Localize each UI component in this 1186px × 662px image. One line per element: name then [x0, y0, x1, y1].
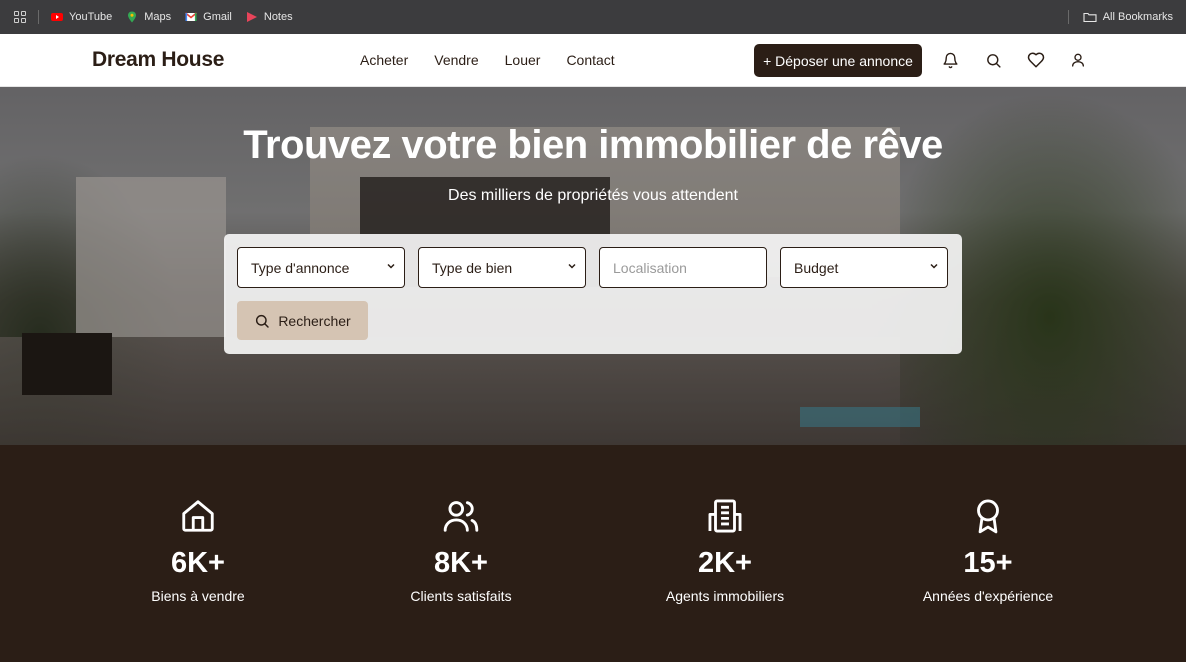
location-placeholder: Localisation [613, 259, 687, 276]
search-icon [256, 314, 270, 328]
search-panel: Type d'annonce Type de bien Localisation… [224, 234, 962, 354]
stat-label: Agents immobiliers [665, 588, 785, 604]
search-button-label: Rechercher [278, 312, 351, 329]
hero-subtitle: Des milliers de propriétés vous attenden… [448, 187, 738, 204]
heart-icon[interactable] [1026, 50, 1046, 70]
bookmark-label: Gmail [203, 11, 232, 23]
bell-icon[interactable] [940, 50, 960, 70]
chevron-down-icon [568, 263, 576, 269]
apps-grid-icon[interactable] [14, 11, 26, 23]
listing-type-select[interactable]: Type d'annonce [237, 247, 405, 288]
stat-value: 15+ [963, 547, 1013, 579]
users-icon [361, 497, 561, 537]
bookmark-maps[interactable]: Maps [126, 11, 171, 23]
nav-link-contact[interactable]: Contact [566, 52, 614, 68]
bookmark-label: Notes [263, 11, 293, 23]
bookmarks-separator [1067, 10, 1069, 24]
all-bookmarks-group: All Bookmarks [1067, 0, 1173, 34]
nav-link-acheter[interactable]: Acheter [360, 52, 408, 68]
hero-section: Trouvez votre bien immobilier de rêve De… [0, 87, 1186, 445]
stat-properties-for-sale: 6K+ Biens à vendre [98, 497, 298, 604]
youtube-icon [51, 13, 63, 21]
building-icon [625, 497, 825, 537]
bookmark-youtube[interactable]: YouTube [51, 11, 112, 23]
stat-value: 2K+ [697, 547, 752, 579]
main-nav: Acheter Vendre Louer Contact [360, 52, 641, 68]
chevron-down-icon [930, 263, 938, 269]
property-type-value: Type de bien [432, 259, 513, 276]
stat-label: Années d'expérience [922, 588, 1054, 604]
bookmarks-bar: YouTube Maps Gmail Notes All Bookmarks [0, 0, 1186, 34]
budget-select[interactable]: Budget [780, 247, 948, 288]
bookmark-label: YouTube [69, 11, 113, 23]
user-icon[interactable] [1068, 50, 1088, 70]
property-type-select[interactable]: Type de bien [418, 247, 586, 288]
stat-label: Clients satisfaits [410, 588, 512, 604]
search-button[interactable]: Rechercher [237, 301, 368, 340]
notes-icon [246, 12, 257, 22]
location-input[interactable]: Localisation [599, 247, 767, 288]
stat-years-experience: 15+ Années d'expérience [888, 497, 1088, 604]
stat-real-estate-agents: 2K+ Agents immobiliers [625, 497, 825, 604]
nav-link-louer[interactable]: Louer [505, 52, 541, 68]
folder-icon [1083, 12, 1097, 23]
stats-section: 6K+ Biens à vendre 8K+ Clients satisfait… [0, 445, 1186, 662]
nav-link-vendre[interactable]: Vendre [434, 52, 478, 68]
stat-label: Biens à vendre [151, 588, 245, 604]
bookmarks-separator [38, 10, 39, 24]
search-icon[interactable] [983, 50, 1003, 70]
award-icon [888, 497, 1088, 537]
hero-title: Trouvez votre bien immobilier de rêve [243, 123, 943, 167]
post-listing-button[interactable]: + Déposer une annonce [754, 44, 922, 77]
chevron-down-icon [387, 263, 395, 269]
bookmark-gmail[interactable]: Gmail [185, 11, 232, 23]
gmail-icon [185, 12, 198, 21]
stat-value: 8K+ [433, 547, 488, 579]
site-header: Dream House Acheter Vendre Louer Contact… [0, 34, 1186, 87]
bookmark-label: Maps [144, 11, 172, 23]
budget-value: Budget [794, 259, 839, 276]
home-icon [98, 497, 298, 537]
stat-value: 6K+ [170, 547, 225, 579]
bookmark-notes[interactable]: Notes [246, 11, 293, 23]
maps-icon [128, 11, 137, 23]
stat-satisfied-clients: 8K+ Clients satisfaits [361, 497, 561, 604]
listing-type-value: Type d'annonce [251, 259, 350, 276]
site-logo[interactable]: Dream House [92, 48, 224, 72]
all-bookmarks-label: All Bookmarks [1102, 11, 1173, 23]
all-bookmarks-button[interactable]: All Bookmarks [1083, 11, 1173, 23]
